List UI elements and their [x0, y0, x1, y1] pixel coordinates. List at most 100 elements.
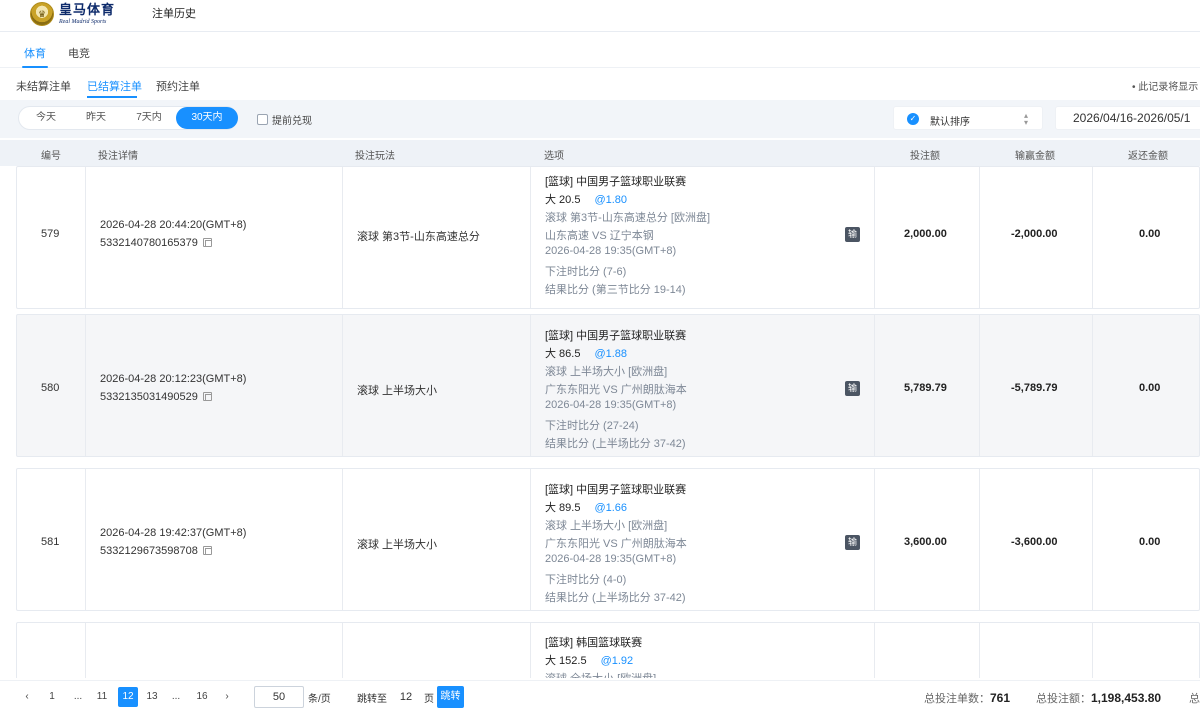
- bet-play: 滚球 上半场大小: [357, 539, 438, 551]
- order-number-text: 5332129673598708: [100, 545, 198, 557]
- tab-sports[interactable]: 体育: [24, 45, 46, 61]
- bet-play: 滚球 上半场大小: [357, 385, 438, 397]
- bet-datetime: 2026-04-28 20:12:23(GMT+8): [100, 373, 247, 385]
- column-divider: [342, 469, 343, 610]
- bet-play: 滚球 第3节-山东高速总分: [357, 231, 480, 243]
- column-divider: [530, 469, 531, 610]
- market: 滚球 第3节-山东高速总分 [欧洲盘]: [545, 212, 711, 224]
- range-7days[interactable]: 7天内: [121, 107, 177, 129]
- tab-esports[interactable]: 电竞: [68, 45, 90, 61]
- column-divider: [979, 167, 980, 308]
- page-11[interactable]: 11: [92, 687, 112, 707]
- column-divider: [530, 167, 531, 308]
- copy-icon[interactable]: [202, 392, 212, 401]
- table-row[interactable]: 580 2026-04-28 20:12:23(GMT+8) 533213503…: [16, 314, 1200, 457]
- lose-badge: 输: [845, 227, 860, 242]
- col-returned: 返还金额: [1128, 151, 1168, 162]
- tab-unsettled[interactable]: 未结算注单: [16, 78, 71, 94]
- tab-active-indicator: [22, 66, 48, 68]
- match-time: 2026-04-28 19:35(GMT+8): [545, 399, 677, 411]
- column-divider: [979, 315, 980, 456]
- page-1[interactable]: 1: [43, 687, 61, 707]
- sort-select[interactable]: ✓ 默认排序 ▴ ▾: [893, 106, 1043, 130]
- market: 滚球 上半场大小 [欧洲盘]: [545, 520, 668, 532]
- jump-page-input[interactable]: 12: [393, 686, 419, 708]
- win-loss: -5,789.79: [1011, 382, 1058, 394]
- win-loss: -2,000.00: [1011, 228, 1058, 240]
- league: [篮球] 韩国篮球联赛: [545, 637, 643, 649]
- tab-settled[interactable]: 已结算注单: [87, 78, 142, 94]
- page-ellipsis[interactable]: ...: [168, 687, 184, 707]
- total-bet-count: 总投注单数：761: [924, 690, 1010, 706]
- jump-button[interactable]: 跳转: [437, 686, 464, 708]
- column-divider: [979, 623, 980, 678]
- returned: 0.00: [1139, 228, 1161, 240]
- total-bet-amount: 总投注额：1,198,453.80: [1036, 690, 1161, 706]
- match-time: 2026-04-28 19:35(GMT+8): [545, 245, 677, 257]
- column-divider: [1092, 469, 1093, 610]
- page-size-input[interactable]: 50: [254, 686, 304, 708]
- col-id: 编号: [41, 151, 61, 162]
- tab-reserved[interactable]: 预约注单: [156, 78, 200, 94]
- jump-label: 跳转至: [357, 694, 387, 705]
- returned: 0.00: [1139, 382, 1161, 394]
- bet-score: 下注时比分 (4-0): [545, 574, 627, 586]
- odds: @1.88: [594, 348, 628, 360]
- total-bet-amount-label: 总投注额：: [1036, 693, 1091, 705]
- logo[interactable]: ♛ 皇马体育 Real Madrid Sports: [30, 0, 115, 28]
- page-16[interactable]: 16: [192, 687, 212, 707]
- column-divider: [874, 469, 875, 610]
- pick-text: 大 152.5: [545, 655, 587, 667]
- column-divider: [530, 315, 531, 456]
- market: 滚球 上半场大小 [欧洲盘]: [545, 366, 668, 378]
- order-number: 5332129673598708: [100, 545, 212, 557]
- match-time: 2026-04-28 19:35(GMT+8): [545, 553, 677, 565]
- page-12[interactable]: 12: [118, 687, 138, 707]
- bet-datetime: 2026-04-28 19:42:37(GMT+8): [100, 527, 247, 539]
- column-divider: [530, 623, 531, 678]
- early-cashout-checkbox[interactable]: 提前兑现: [257, 112, 312, 127]
- copy-icon[interactable]: [202, 238, 212, 247]
- bet-score: 下注时比分 (27-24): [545, 420, 639, 432]
- order-number: 5332140780165379: [100, 237, 212, 249]
- col-stake: 投注额: [910, 151, 940, 162]
- date-range-picker[interactable]: 2026/04/16-2026/05/1: [1055, 106, 1200, 130]
- page-title: 注单历史: [152, 8, 196, 20]
- lose-badge: 输: [845, 381, 860, 396]
- page-ellipsis[interactable]: ...: [70, 687, 86, 707]
- match: 山东高速 VS 辽宁本钢: [545, 230, 654, 242]
- range-30days[interactable]: 30天内: [176, 107, 238, 129]
- sort-label: 默认排序: [930, 117, 970, 128]
- win-loss: -3,600.00: [1011, 536, 1058, 548]
- logo-cn: 皇马体育: [59, 2, 116, 18]
- pick-text: 大 86.5: [545, 348, 581, 360]
- jump-unit: 页: [424, 694, 434, 705]
- order-number-text: 5332135031490529: [100, 391, 198, 403]
- bet-status-tabs: 未结算注单 已结算注单 预约注单 • 此记录将显示: [0, 70, 1200, 98]
- copy-icon[interactable]: [202, 546, 212, 555]
- column-divider: [874, 167, 875, 308]
- checkbox-box[interactable]: [257, 114, 268, 125]
- column-divider: [342, 167, 343, 308]
- next-page-icon[interactable]: ›: [220, 687, 234, 707]
- column-divider: [1092, 623, 1093, 678]
- column-divider: [979, 469, 980, 610]
- range-today[interactable]: 今天: [19, 107, 73, 129]
- col-bet-detail: 投注详情: [98, 151, 138, 162]
- table-row[interactable]: [篮球] 韩国篮球联赛 大 152.5 @1.92 滚球 全场大小 [欧洲盘]: [16, 622, 1200, 678]
- col-option: 选项: [544, 151, 564, 162]
- range-yesterday[interactable]: 昨天: [69, 107, 123, 129]
- column-divider: [85, 167, 86, 308]
- result-score: 结果比分 (上半场比分 37-42): [545, 592, 686, 604]
- bet-rows: 579 2026-04-28 20:44:20(GMT+8) 533214078…: [0, 166, 1200, 678]
- column-divider: [85, 469, 86, 610]
- league: [篮球] 中国男子篮球职业联赛: [545, 484, 687, 496]
- odds: @1.80: [594, 194, 628, 206]
- league: [篮球] 中国男子篮球职业联赛: [545, 330, 687, 342]
- column-divider: [1092, 315, 1093, 456]
- page-13[interactable]: 13: [142, 687, 162, 707]
- table-row[interactable]: 581 2026-04-28 19:42:37(GMT+8) 533212967…: [16, 468, 1200, 611]
- table-row[interactable]: 579 2026-04-28 20:44:20(GMT+8) 533214078…: [16, 166, 1200, 309]
- lose-badge: 输: [845, 535, 860, 550]
- prev-page-icon[interactable]: ‹: [20, 687, 34, 707]
